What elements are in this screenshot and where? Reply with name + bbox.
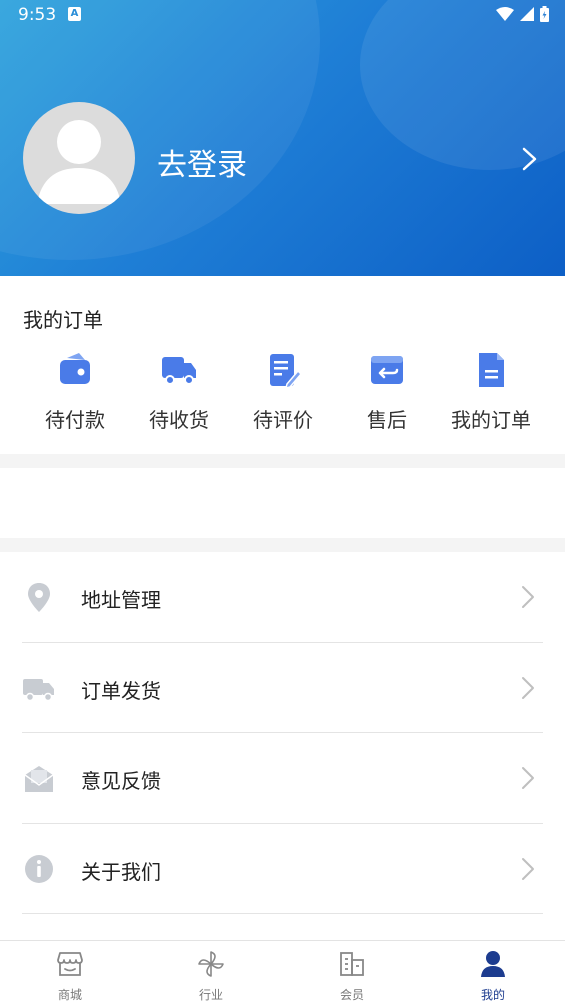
settings-menu: 地址管理 订单发货 意见反馈 关于我们 bbox=[0, 552, 565, 914]
order-label: 待付款 bbox=[45, 408, 105, 432]
section-divider bbox=[0, 538, 565, 552]
tab-label: 会员 bbox=[339, 988, 364, 1002]
menu-item-feedback[interactable]: 意见反馈 bbox=[22, 733, 543, 824]
mail-feedback-icon bbox=[24, 766, 54, 792]
edit-review-icon bbox=[270, 354, 303, 390]
menu-item-shipping[interactable]: 订单发货 bbox=[22, 643, 543, 733]
info-icon bbox=[25, 854, 53, 883]
order-pending-payment[interactable]: 待付款 bbox=[23, 350, 127, 433]
chevron-right-icon bbox=[522, 857, 534, 880]
pinwheel-icon bbox=[198, 951, 224, 977]
orders-section: 我的订单 待付款 待收货 待评价 售后 我的订单 bbox=[0, 276, 565, 454]
menu-item-label: 意见反馈 bbox=[81, 769, 161, 793]
wifi-icon bbox=[496, 7, 514, 21]
tab-label: 商城 bbox=[57, 988, 82, 1002]
order-label: 待收货 bbox=[149, 408, 209, 432]
order-after-sales[interactable]: 售后 bbox=[335, 350, 439, 433]
truck-icon bbox=[162, 357, 196, 385]
avatar[interactable] bbox=[23, 102, 135, 214]
store-icon bbox=[57, 952, 83, 976]
return-icon bbox=[371, 356, 403, 384]
document-icon bbox=[479, 353, 504, 387]
person-icon bbox=[481, 951, 505, 977]
order-pending-review[interactable]: 待评价 bbox=[231, 350, 335, 433]
order-label: 我的订单 bbox=[451, 408, 531, 432]
menu-item-label: 地址管理 bbox=[81, 588, 161, 612]
profile-header: 9:53 A 去登录 bbox=[0, 0, 565, 276]
buildings-icon bbox=[340, 952, 364, 976]
section-divider bbox=[0, 454, 565, 468]
order-label: 待评价 bbox=[253, 408, 313, 432]
tab-label: 行业 bbox=[198, 988, 223, 1002]
status-time: 9:53 bbox=[18, 5, 57, 25]
login-link[interactable]: 去登录 bbox=[157, 140, 247, 184]
chevron-right-icon bbox=[522, 767, 534, 789]
battery-icon bbox=[540, 6, 549, 22]
empty-section bbox=[0, 468, 565, 538]
status-icons bbox=[496, 6, 549, 22]
order-pending-receipt[interactable]: 待收货 bbox=[127, 350, 231, 433]
tab-mall[interactable]: 商城 bbox=[30, 949, 110, 1003]
order-label: 售后 bbox=[367, 408, 407, 432]
signal-icon bbox=[520, 7, 534, 21]
chevron-right-icon[interactable] bbox=[520, 146, 540, 172]
tab-mine[interactable]: 我的 bbox=[453, 949, 533, 1003]
order-all-orders[interactable]: 我的订单 bbox=[439, 350, 543, 433]
menu-item-label: 关于我们 bbox=[81, 859, 161, 884]
location-pin-icon bbox=[28, 583, 50, 612]
wallet-icon bbox=[60, 353, 90, 384]
menu-item-about[interactable]: 关于我们 bbox=[22, 824, 543, 914]
chevron-right-icon bbox=[522, 676, 534, 699]
bottom-tab-bar: 商城 行业 会员 我的 bbox=[0, 940, 565, 1004]
tab-industry[interactable]: 行业 bbox=[171, 949, 251, 1003]
status-bar: 9:53 A bbox=[0, 0, 565, 30]
notification-badge-icon: A bbox=[68, 7, 81, 21]
default-user-icon bbox=[37, 120, 121, 204]
tab-label: 我的 bbox=[480, 988, 505, 1002]
menu-item-address[interactable]: 地址管理 bbox=[22, 552, 543, 643]
delivery-truck-icon bbox=[23, 678, 54, 701]
chevron-right-icon bbox=[522, 586, 534, 608]
orders-title: 我的订单 bbox=[23, 308, 103, 332]
menu-item-label: 订单发货 bbox=[81, 678, 161, 703]
tab-membership[interactable]: 会员 bbox=[312, 949, 392, 1003]
